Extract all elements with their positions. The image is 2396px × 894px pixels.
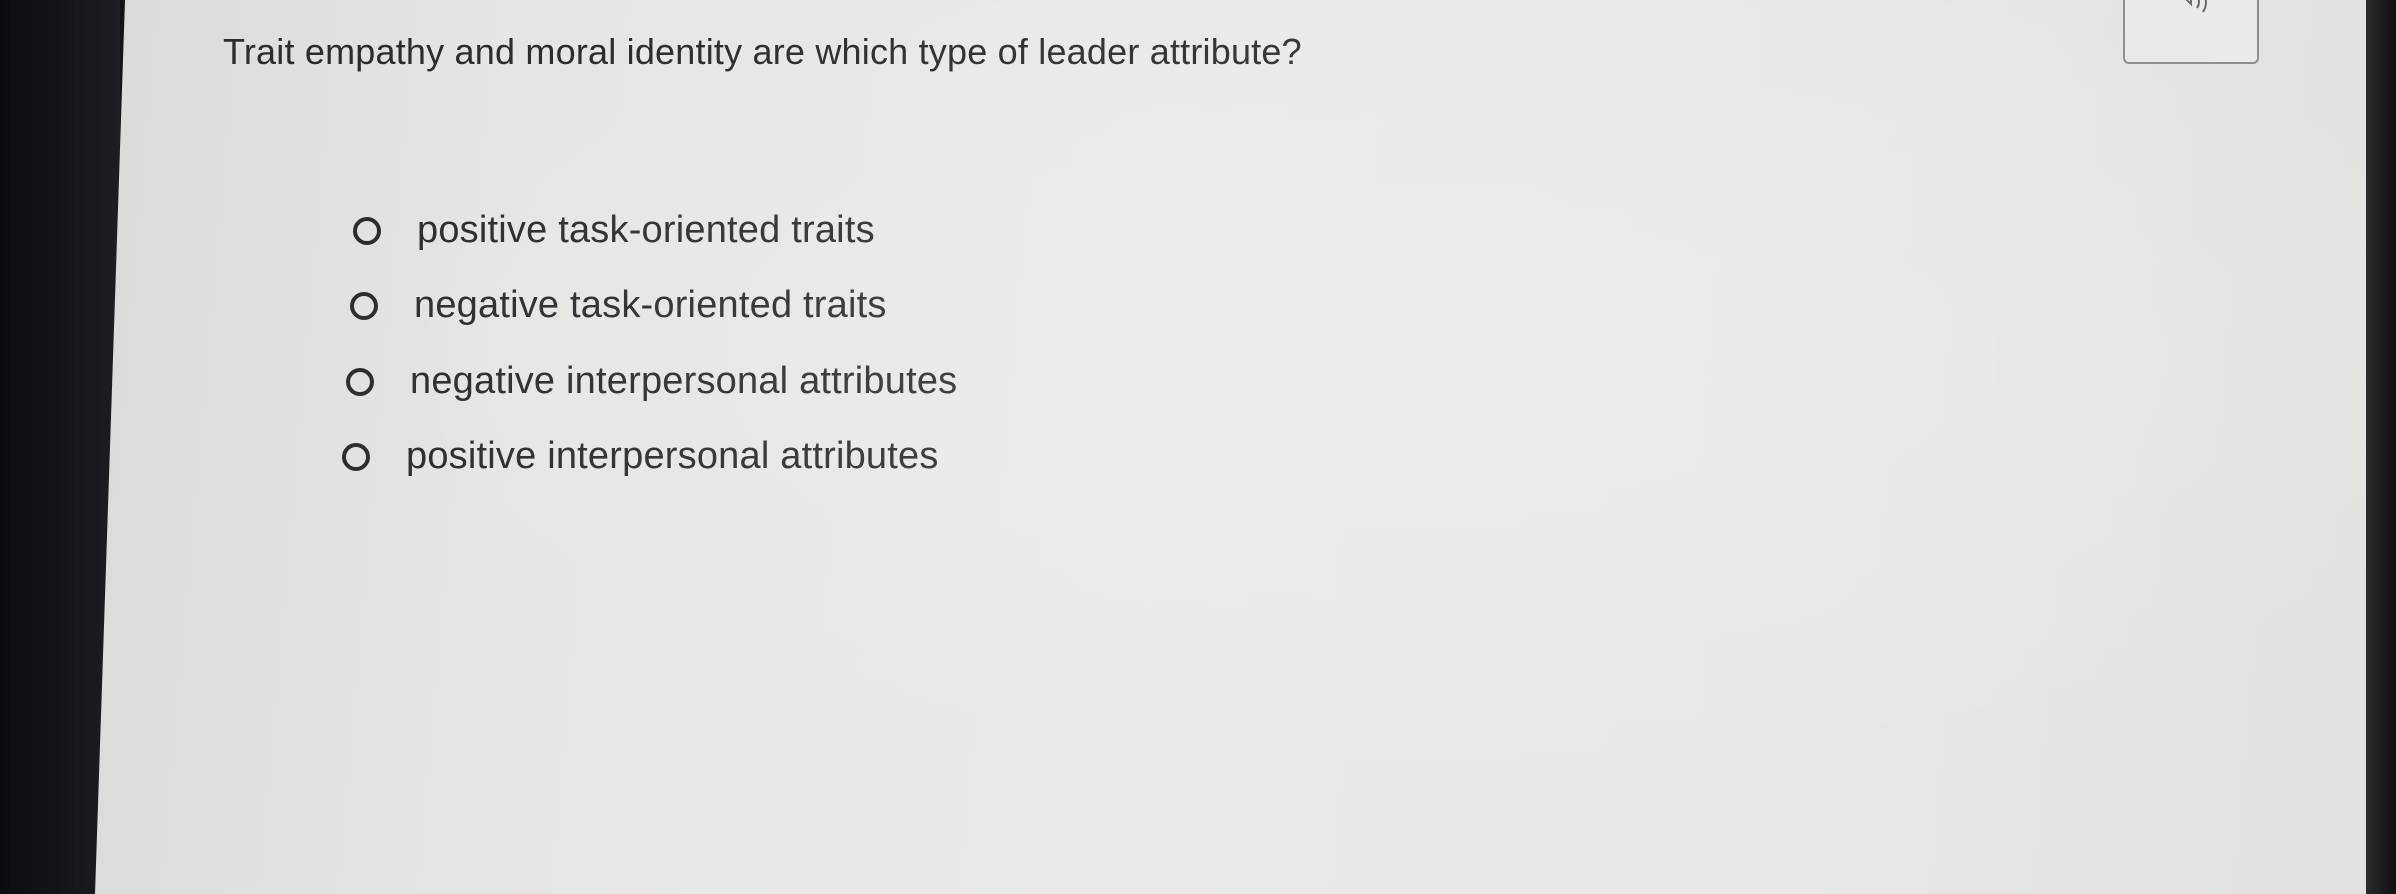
answer-options: positive task-oriented traits negative t… <box>95 0 2366 894</box>
option-label: positive interpersonal attributes <box>406 435 939 477</box>
option-negative-interpersonal[interactable]: negative interpersonal attributes <box>346 360 957 403</box>
option-negative-task-oriented[interactable]: negative task-oriented traits <box>350 284 887 327</box>
option-positive-task-oriented[interactable]: positive task-oriented traits <box>353 209 875 252</box>
radio-button[interactable] <box>350 291 378 320</box>
radio-button[interactable] <box>353 216 381 245</box>
option-positive-interpersonal[interactable]: positive interpersonal attributes <box>342 435 939 478</box>
screen-bezel-right <box>2366 0 2396 894</box>
radio-button[interactable] <box>342 442 370 471</box>
radio-button[interactable] <box>346 367 374 396</box>
option-label: positive task-oriented traits <box>417 209 875 251</box>
option-label: negative interpersonal attributes <box>410 360 958 402</box>
option-label: negative task-oriented traits <box>414 284 887 326</box>
question-panel: Trait empathy and moral identity are whi… <box>95 0 2366 894</box>
